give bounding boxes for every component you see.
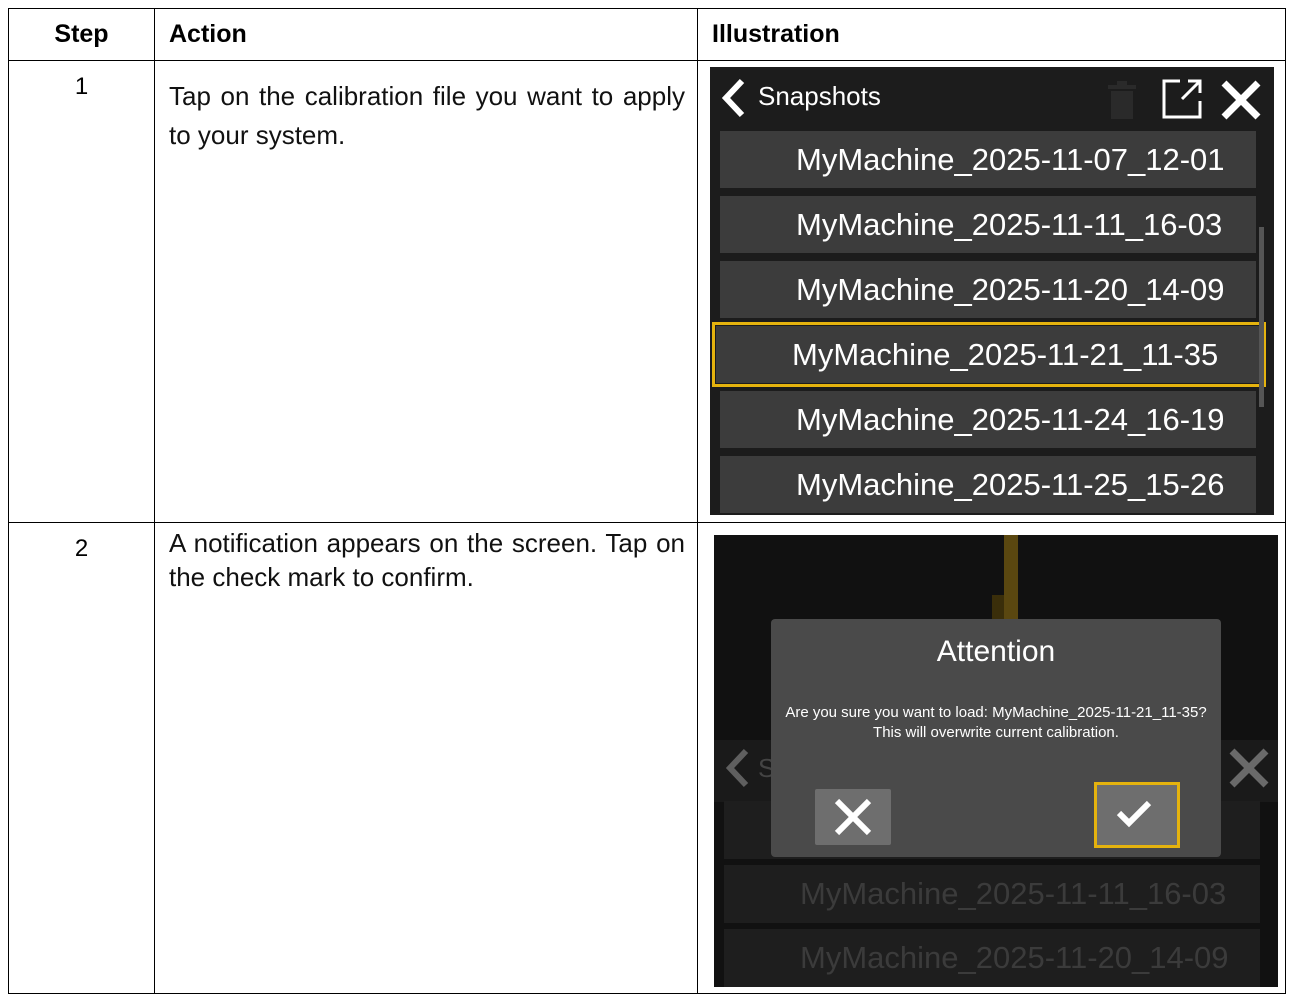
step-action: Tap on the calibration file you want to … (154, 60, 698, 523)
illustration-cell: Snapshots MyMachine_2025-11-07_12-01 MyM… (697, 60, 1286, 523)
snapshot-list: MyMachine_2025-11-07_12-01 MyMachine_202… (712, 131, 1266, 515)
list-item[interactable]: MyMachine_2025-11-24_16-19 (720, 391, 1256, 448)
attention-dialog: Attention Are you sure you want to load:… (771, 619, 1221, 857)
header-illustration: Illustration (697, 8, 1286, 61)
confirm-check-icon (1116, 800, 1152, 828)
step-number: 1 (8, 60, 155, 523)
dialog-title: Attention (936, 635, 1056, 668)
cancel-x-icon (834, 798, 872, 836)
list-item[interactable]: MyMachine_2025-11-07_12-01 (720, 131, 1256, 188)
step-number: 2 (8, 522, 155, 994)
confirm-button[interactable] (1094, 782, 1180, 848)
dimmed-list-item: MyMachine_2025-11-11_16-03 (724, 865, 1260, 923)
steps-table: Step Action Illustration 1 Tap on the ca… (8, 8, 1286, 994)
snapshots-title: Snapshots (758, 81, 881, 111)
illustration-cell: S 1 MyMachine_2025-11-11_16-03 MyMachine… (697, 522, 1286, 994)
export-icon[interactable] (1160, 77, 1204, 121)
list-item[interactable]: MyMachine_2025-11-11_16-03 (720, 196, 1256, 253)
table-row: 2 A notification appears on the screen. … (8, 522, 1286, 994)
cancel-button[interactable] (815, 789, 891, 845)
dimmed-list-item: MyMachine_2025-11-20_14-09 (724, 929, 1260, 987)
back-chevron-icon (720, 747, 756, 789)
header-action: Action (154, 8, 698, 61)
table-row: 1 Tap on the calibration file you want t… (8, 60, 1286, 523)
back-chevron-icon[interactable] (716, 77, 752, 119)
list-item[interactable]: MyMachine_2025-11-25_15-26 (720, 456, 1256, 513)
close-icon[interactable] (1218, 77, 1264, 123)
close-icon (1226, 745, 1272, 791)
trash-icon[interactable] (1105, 79, 1139, 121)
snapshots-screen: Snapshots MyMachine_2025-11-07_12-01 MyM… (710, 67, 1274, 515)
confirm-screen: S 1 MyMachine_2025-11-11_16-03 MyMachine… (714, 535, 1278, 987)
header-step: Step (8, 8, 155, 61)
scrollbar[interactable] (1259, 227, 1264, 407)
dialog-message: Are you sure you want to load: MyMachine… (785, 704, 1207, 741)
header-row: Step Action Illustration (8, 8, 1286, 61)
list-item-selected[interactable]: MyMachine_2025-11-21_11-35 (712, 322, 1266, 387)
snapshots-header: Snapshots (710, 67, 1274, 127)
list-item[interactable]: MyMachine_2025-11-20_14-09 (720, 261, 1256, 318)
step-action: A notification appears on the screen. Ta… (154, 522, 698, 994)
